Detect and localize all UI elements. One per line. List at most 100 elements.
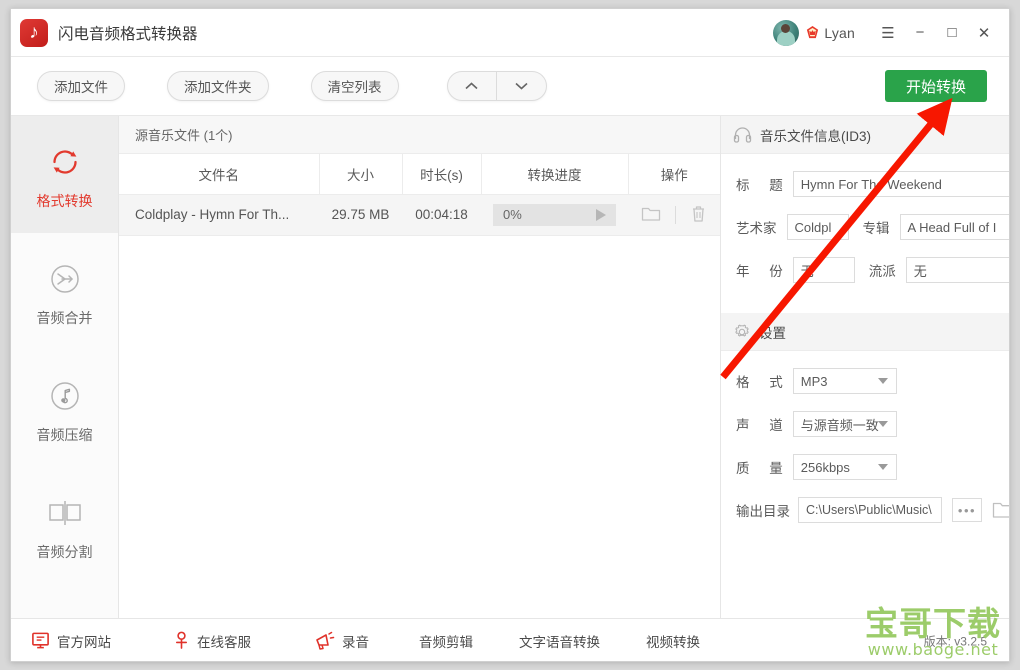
sidebar-item-audio-compress[interactable]: 音频压缩 xyxy=(11,350,118,467)
window-controls: ☰ − □ ✕ xyxy=(873,18,1009,48)
add-file-button[interactable]: 添加文件 xyxy=(37,71,125,101)
title-field-row: 标 题 Hymn For The Weekend xyxy=(721,171,1009,197)
footer-item-video-convert[interactable]: 视频转换 xyxy=(646,631,700,651)
application-window: ♪ 闪电音频格式转换器 Lyan ☰ − □ ✕ 添加文件 添加文件夹 清空列表… xyxy=(10,8,1010,662)
maximize-icon[interactable]: □ xyxy=(937,18,967,48)
footer-label: 视频转换 xyxy=(646,634,700,650)
format-field-row: 格 式 MP3 xyxy=(721,368,1009,394)
close-icon[interactable]: ✕ xyxy=(969,18,999,48)
footer-label: 录音 xyxy=(342,634,369,650)
main-toolbar: 添加文件 添加文件夹 清空列表 开始转换 xyxy=(11,57,1009,116)
album-label: 专辑 xyxy=(862,221,890,236)
progress-value: 0% xyxy=(503,207,522,222)
user-name[interactable]: Lyan xyxy=(824,25,855,41)
settings-panel-header: 设置 xyxy=(721,313,1009,351)
minimize-icon[interactable]: − xyxy=(905,18,935,48)
column-header-duration: 时长(s) xyxy=(402,154,482,195)
cell-filename: Coldplay - Hymn For Th... xyxy=(119,194,319,236)
channel-select[interactable]: 与源音频一致 xyxy=(792,411,897,437)
info-panel-header: 音乐文件信息(ID3) xyxy=(721,116,1009,154)
title-label: 标 题 xyxy=(736,178,791,193)
main-body: 格式转换 音频合并 音频压缩 音频分割 源音乐文件 (1个) 文件名 大小 时长… xyxy=(11,116,1009,618)
move-up-button[interactable] xyxy=(448,72,497,100)
album-input[interactable]: A Head Full of I xyxy=(899,214,1009,240)
move-down-button[interactable] xyxy=(497,72,546,100)
cell-size: 29.75 MB xyxy=(319,194,402,236)
info-panel-title: 音乐文件信息(ID3) xyxy=(760,128,871,144)
chevron-down-icon xyxy=(877,464,888,470)
sidebar-label: 音频合并 xyxy=(36,309,93,326)
gear-icon xyxy=(733,323,751,341)
start-convert-button[interactable]: 开始转换 xyxy=(885,70,987,102)
file-table: 文件名 大小 时长(s) 转换进度 操作 Coldplay - Hymn For… xyxy=(119,154,720,236)
sidebar-label: 音频分割 xyxy=(36,543,93,560)
clear-list-button[interactable]: 清空列表 xyxy=(310,71,399,101)
trash-icon[interactable] xyxy=(690,204,707,226)
quality-field-row: 质 量 256kbps xyxy=(721,454,1009,480)
year-label: 年 份 xyxy=(736,264,791,279)
sidebar: 格式转换 音频合并 音频压缩 音频分割 xyxy=(11,116,119,618)
footer-item-recording[interactable]: 录音 xyxy=(313,631,369,651)
footer-label: 文字语音转换 xyxy=(519,634,600,650)
merge-arrows-icon xyxy=(48,256,82,302)
channel-label: 声 道 xyxy=(736,418,791,433)
music-note-circle-icon xyxy=(48,373,82,419)
row-action-group xyxy=(628,195,720,235)
action-divider xyxy=(675,205,676,224)
titlebar-right-group: Lyan ☰ − □ ✕ xyxy=(773,9,1009,56)
output-dir-row: 输出目录 C:\Users\Public\Music\ ••• xyxy=(721,497,1009,523)
file-list-pane: 源音乐文件 (1个) 文件名 大小 时长(s) 转换进度 操作 Coldplay… xyxy=(119,116,720,618)
cell-progress: 0% xyxy=(481,194,628,236)
refresh-circle-icon xyxy=(47,139,83,185)
footer-item-text-to-speech[interactable]: 文字语音转换 xyxy=(519,631,600,651)
headphones-icon xyxy=(733,126,752,143)
quality-label: 质 量 xyxy=(736,461,791,476)
browse-button[interactable]: ••• xyxy=(952,498,982,522)
quality-value: 256kbps xyxy=(800,459,850,475)
footer-bar: 官方网站 在线客服 录音 音频剪辑 文字语音转换 视频转换 版本: v3.2.5 xyxy=(11,618,1009,661)
year-field-row: 年 份 无 流派 无 xyxy=(721,257,1009,283)
title-input[interactable]: Hymn For The Weekend xyxy=(792,171,1009,197)
quality-select[interactable]: 256kbps xyxy=(792,454,897,480)
right-panel: 音乐文件信息(ID3) 标 题 Hymn For The Weekend 艺术家… xyxy=(720,116,1009,618)
megaphone-icon xyxy=(313,631,335,651)
format-label: 格 式 xyxy=(736,375,791,390)
open-output-folder-icon[interactable] xyxy=(992,501,1009,519)
genre-label: 流派 xyxy=(868,264,896,279)
sidebar-item-format-convert[interactable]: 格式转换 xyxy=(11,116,118,233)
person-icon xyxy=(173,631,190,650)
footer-label: 官方网站 xyxy=(57,634,111,650)
table-row[interactable]: Coldplay - Hymn For Th... 29.75 MB 00:04… xyxy=(119,194,720,236)
list-header-label: 源音乐文件 (1个) xyxy=(119,116,720,154)
add-folder-button[interactable]: 添加文件夹 xyxy=(167,71,269,101)
avatar[interactable] xyxy=(773,19,800,46)
footer-item-official-site[interactable]: 官方网站 xyxy=(31,631,111,651)
monitor-icon xyxy=(31,631,50,650)
footer-item-online-service[interactable]: 在线客服 xyxy=(173,631,251,651)
chevron-down-icon xyxy=(877,378,888,384)
app-logo-icon: ♪ xyxy=(20,18,48,47)
genre-input[interactable]: 无 xyxy=(905,257,1009,283)
folder-icon[interactable] xyxy=(641,205,661,225)
artist-input[interactable]: Coldpl xyxy=(786,214,849,240)
sidebar-item-audio-split[interactable]: 音频分割 xyxy=(11,467,118,584)
year-input[interactable]: 无 xyxy=(792,257,855,283)
sidebar-item-audio-merge[interactable]: 音频合并 xyxy=(11,233,118,350)
play-triangle-icon[interactable] xyxy=(596,208,606,221)
output-dir-input[interactable]: C:\Users\Public\Music\ xyxy=(798,497,942,523)
table-header-row: 文件名 大小 时长(s) 转换进度 操作 xyxy=(119,154,720,195)
output-dir-label: 输出目录 xyxy=(736,504,790,519)
sidebar-label: 音频压缩 xyxy=(36,426,93,443)
split-boxes-icon xyxy=(45,490,85,536)
sidebar-label: 格式转换 xyxy=(36,192,93,209)
title-bar: ♪ 闪电音频格式转换器 Lyan ☰ − □ ✕ xyxy=(11,9,1009,57)
app-title: 闪电音频格式转换器 xyxy=(58,25,198,43)
footer-item-audio-edit[interactable]: 音频剪辑 xyxy=(419,631,473,651)
menu-icon[interactable]: ☰ xyxy=(873,18,903,48)
cell-actions xyxy=(628,194,720,236)
artist-label: 艺术家 xyxy=(736,221,777,236)
footer-label: 在线客服 xyxy=(197,634,251,650)
format-select[interactable]: MP3 xyxy=(792,368,897,394)
reorder-button-group xyxy=(446,71,547,101)
column-header-progress: 转换进度 xyxy=(481,154,629,195)
